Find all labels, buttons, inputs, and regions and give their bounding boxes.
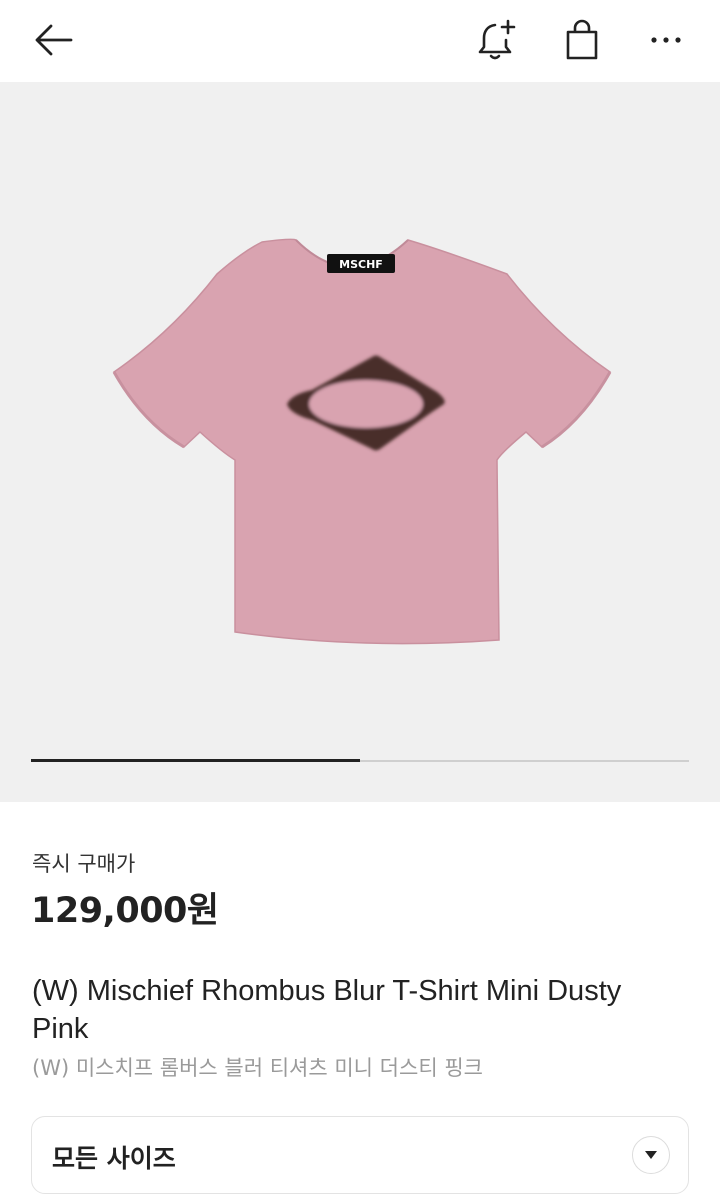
more-horizontal-icon (651, 37, 681, 43)
back-button[interactable] (27, 14, 79, 66)
size-select-dropdown[interactable]: 모든 사이즈 (31, 1116, 689, 1194)
product-title-korean: (W) 미스치프 롬버스 블러 티셔츠 미니 더스티 핑크 (32, 1056, 483, 1080)
size-select-label: 모든 사이즈 (52, 1144, 176, 1173)
product-image-carousel[interactable]: MSCHF (0, 82, 720, 802)
product-image: MSCHF (112, 238, 612, 645)
shopping-bag-icon (566, 19, 598, 60)
bell-plus-icon (478, 19, 516, 60)
carousel-progress-fill (31, 759, 360, 762)
more-options-button[interactable] (640, 14, 692, 66)
top-bar (0, 0, 720, 82)
price-value: 129,000원 (31, 891, 219, 931)
product-title: (W) Mischief Rhombus Blur T-Shirt Mini D… (32, 975, 622, 1045)
arrow-left-icon (35, 24, 73, 56)
chevron-down-icon (632, 1136, 670, 1174)
carousel-progress-bar (31, 759, 689, 762)
instant-buy-price-label: 즉시 구매가 (32, 852, 136, 876)
shopping-bag-button[interactable] (556, 14, 608, 66)
brand-tag: MSCHF (339, 258, 383, 271)
price-alert-button[interactable] (471, 14, 523, 66)
